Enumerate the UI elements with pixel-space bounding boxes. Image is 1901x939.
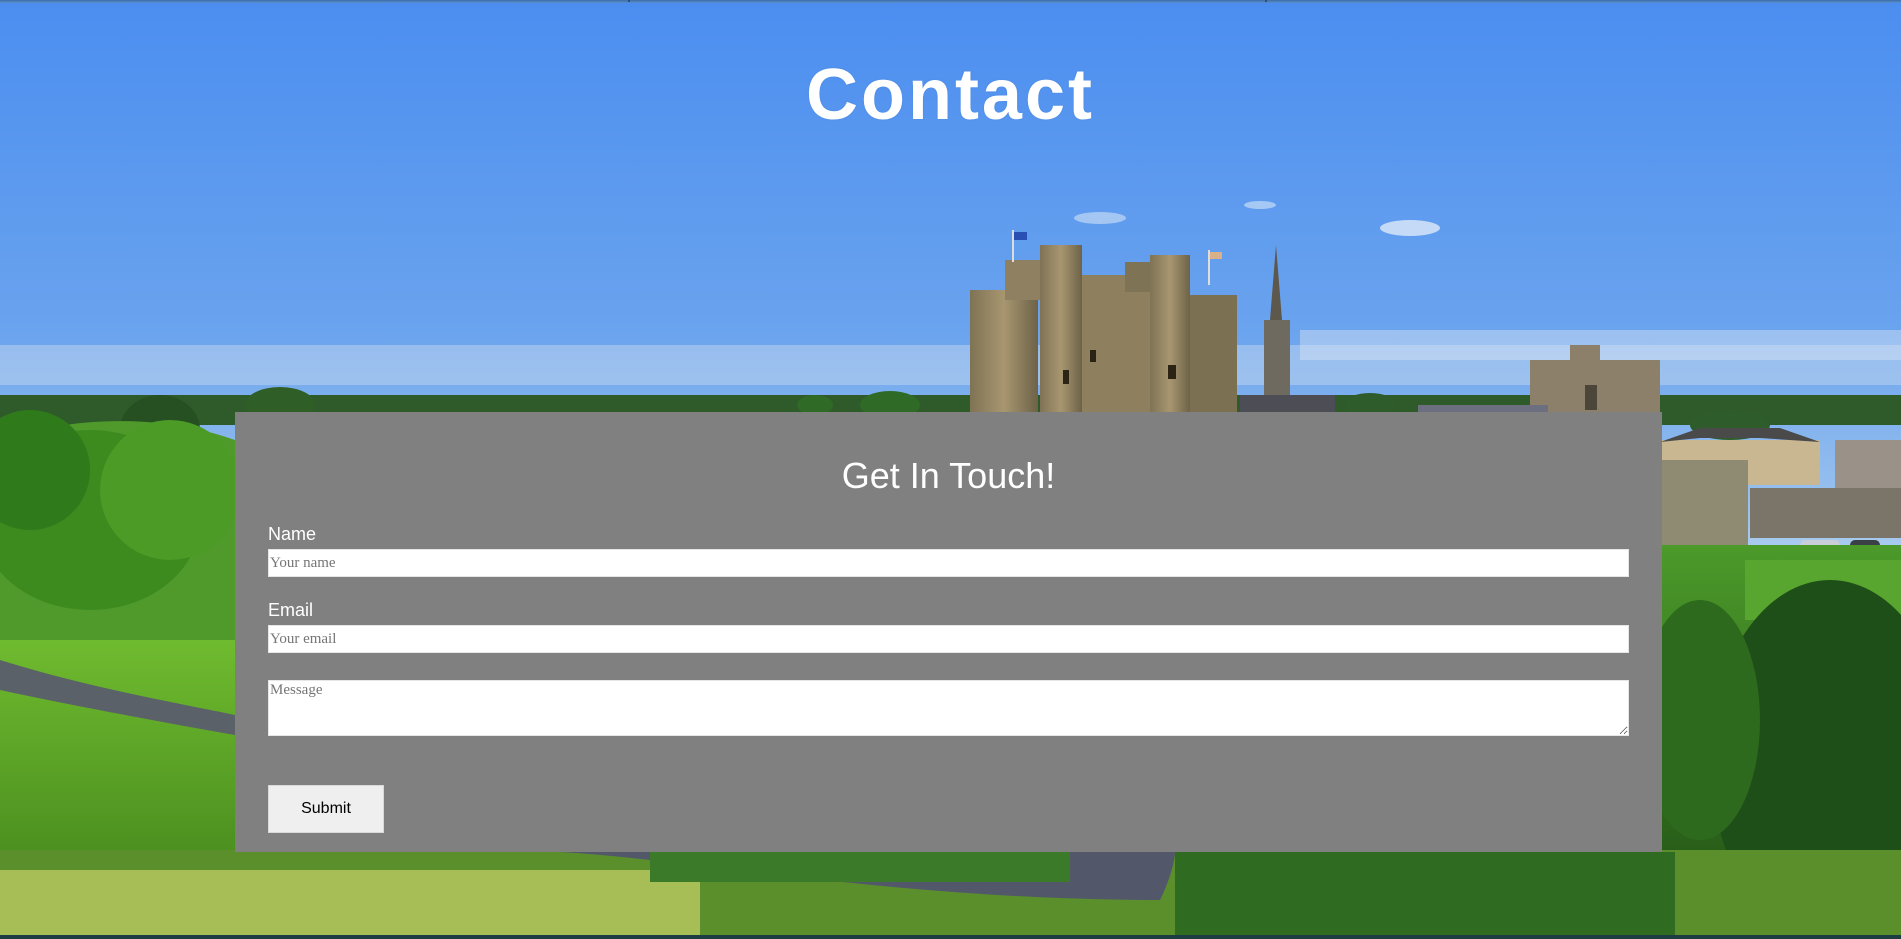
message-textarea[interactable] <box>268 680 1629 736</box>
email-input[interactable] <box>268 625 1629 653</box>
top-edge-marker <box>628 0 630 2</box>
form-heading: Get In Touch! <box>841 455 1056 496</box>
page-title: Contact <box>806 55 1095 135</box>
name-label: Name <box>268 524 317 544</box>
top-browser-edge <box>0 0 1901 3</box>
bottom-browser-edge <box>0 935 1901 939</box>
name-input[interactable] <box>268 549 1629 577</box>
contact-page: Contact Get In Touch! Name Email Submit <box>0 0 1901 939</box>
email-label: Email <box>268 600 314 620</box>
top-edge-marker <box>1265 0 1267 2</box>
submit-button[interactable]: Submit <box>268 785 384 833</box>
contact-form-panel: Get In Touch! Name Email Submit <box>235 412 1662 852</box>
